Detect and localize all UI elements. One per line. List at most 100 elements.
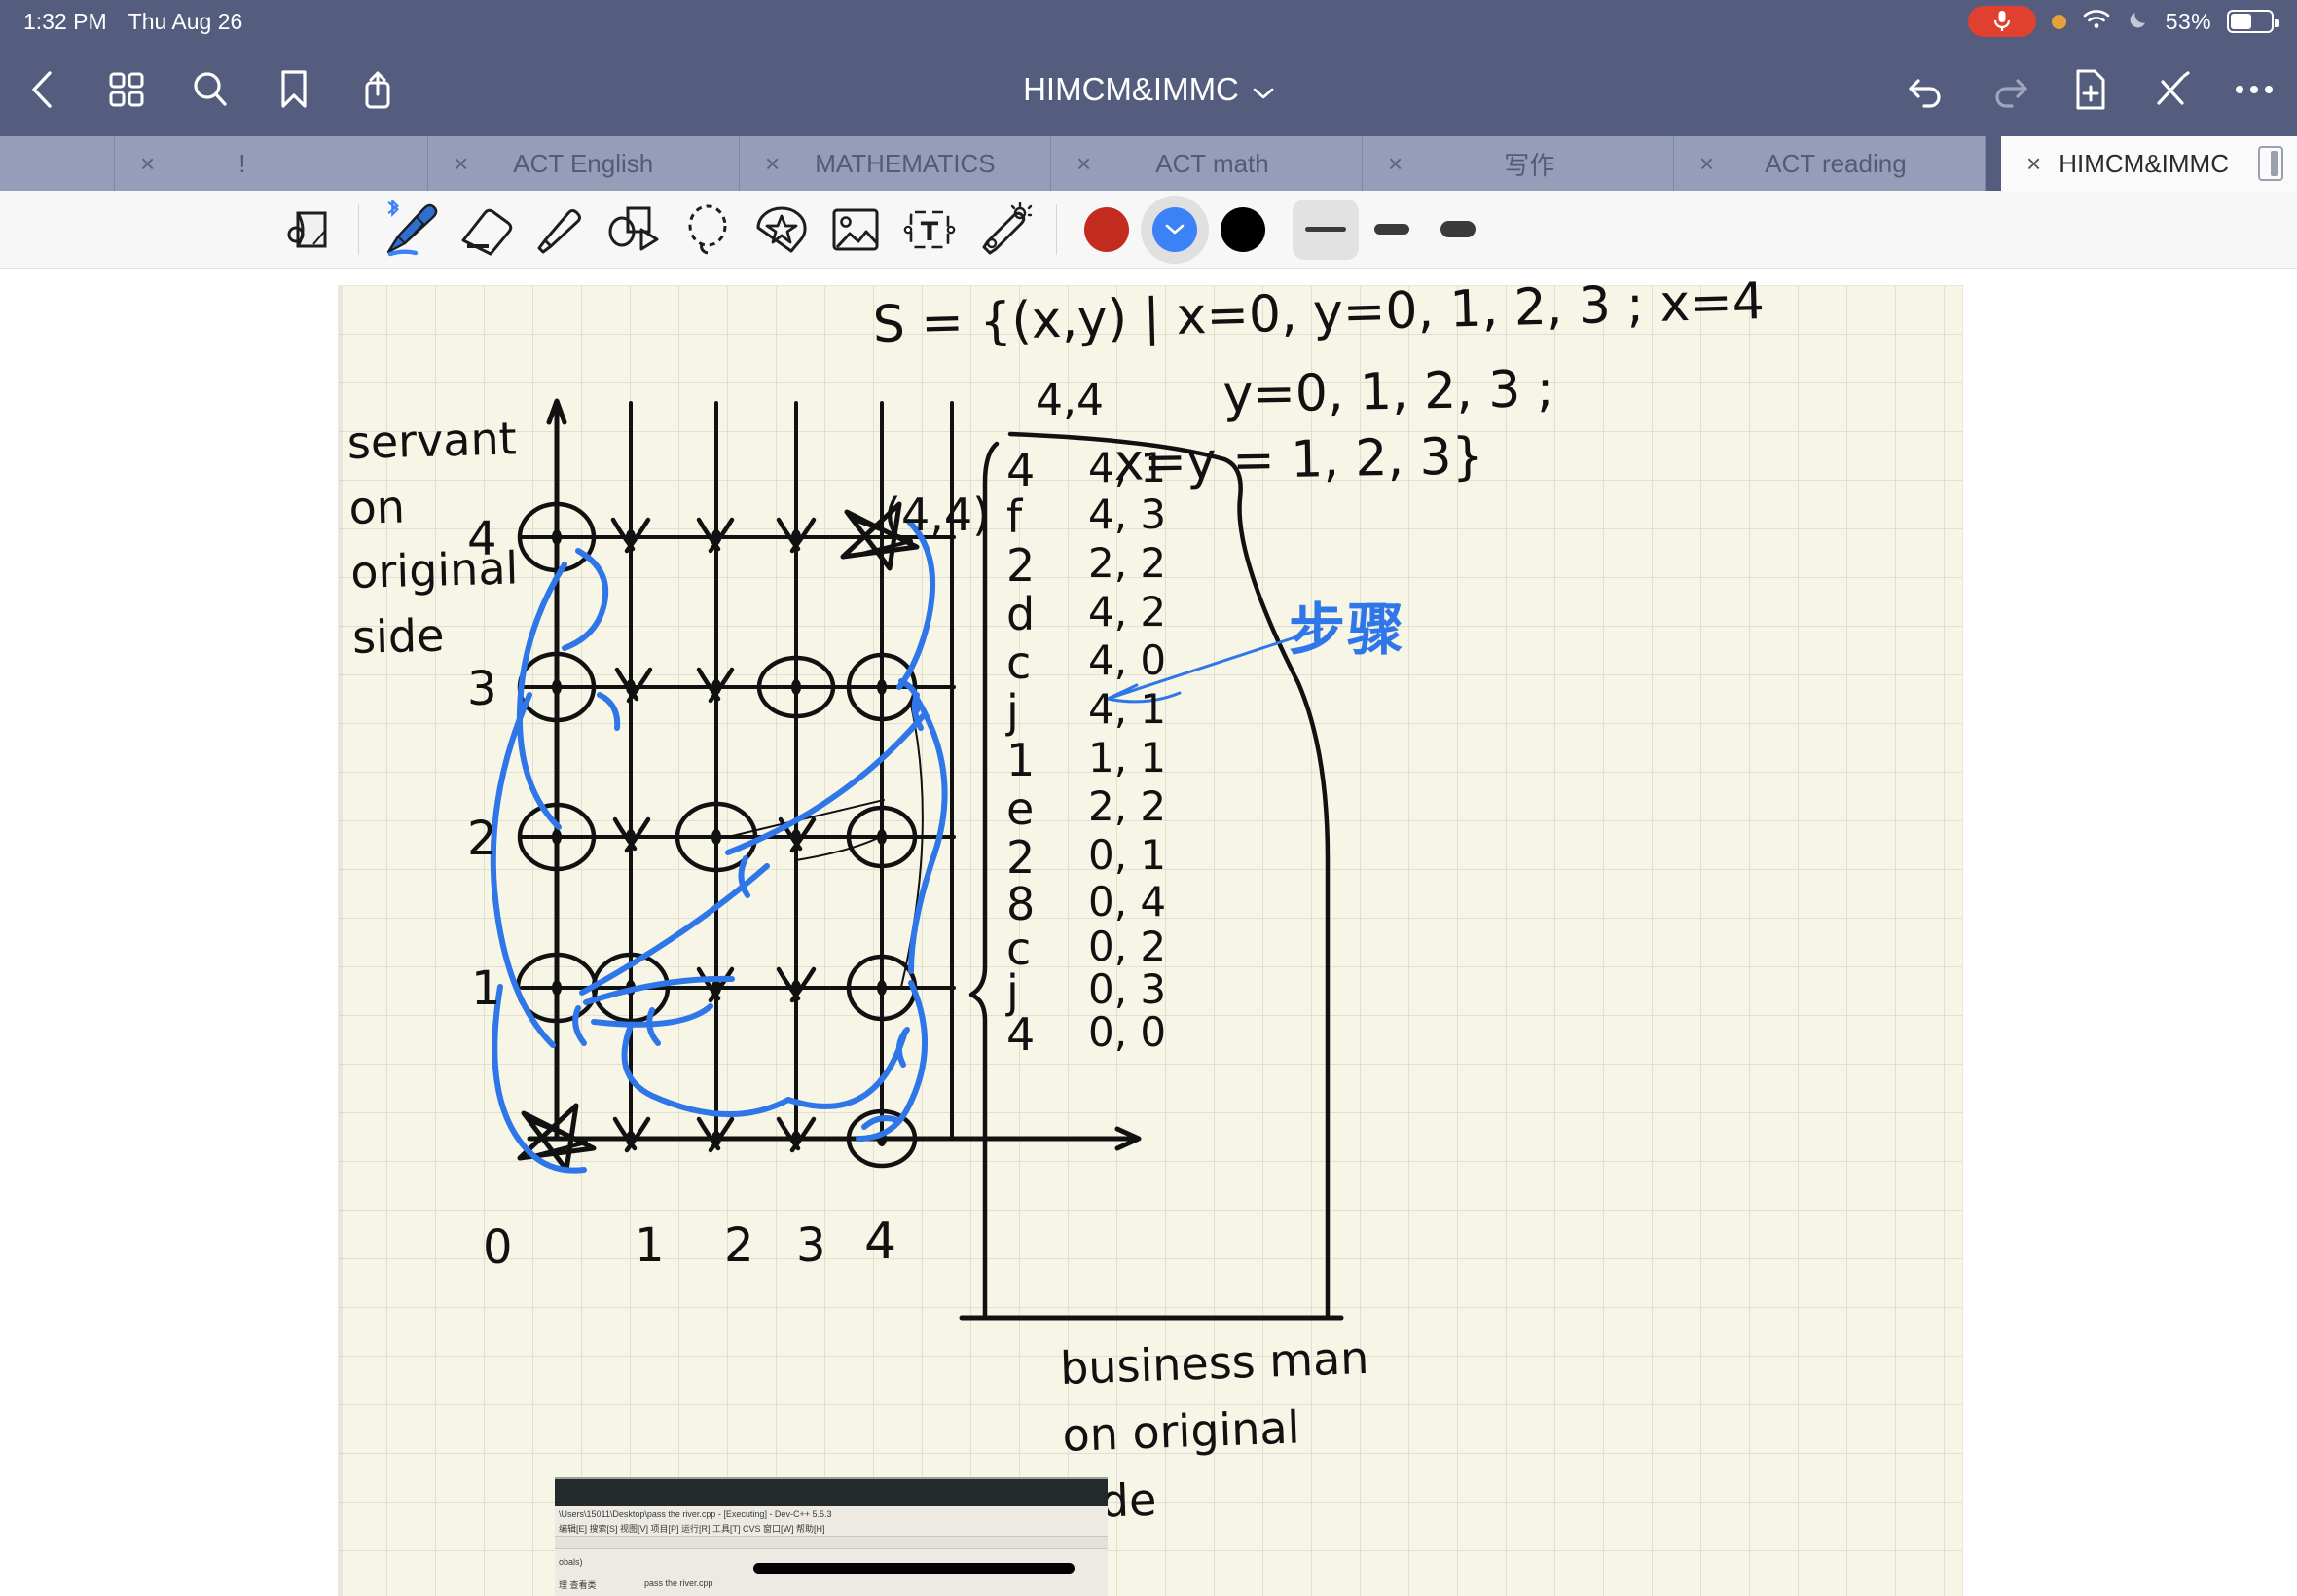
thumbnails-grid-icon[interactable] [105, 68, 148, 111]
photo-status-label: 理 查看类 [559, 1580, 597, 1590]
tab-label: ACT math [1155, 148, 1269, 178]
search-icon[interactable] [189, 68, 232, 111]
document-title: HIMCM&IMMC [1023, 71, 1239, 107]
move-list-row: c 0, 2 [1006, 923, 1221, 975]
drawing-toolbar: T [0, 191, 2297, 269]
tab-close-icon[interactable]: × [454, 149, 468, 179]
magic-wand-icon[interactable] [966, 198, 1040, 262]
tab-label: 写作 [1504, 150, 1555, 180]
move-coord: 0, 0 [1088, 1008, 1167, 1056]
y-tick-4: 4 [467, 512, 497, 566]
move-coord: 2, 2 [1088, 782, 1167, 830]
tab-close-icon[interactable]: × [2026, 149, 2041, 179]
move-key: 4 [1006, 444, 1036, 496]
stroke-width-thin[interactable] [1293, 199, 1359, 260]
move-list-row: 8 0, 4 [1006, 878, 1221, 930]
move-key: d [1006, 588, 1036, 640]
move-coord: 0, 1 [1088, 831, 1167, 879]
note-canvas[interactable]: servant on original side business man on… [0, 269, 2297, 1596]
laptop-bezel [555, 1479, 1108, 1506]
tab-close-icon[interactable]: × [1076, 149, 1091, 179]
tab-label: ACT reading [1765, 148, 1907, 178]
add-page-icon[interactable] [2069, 68, 2112, 111]
tab-close-icon[interactable]: × [140, 149, 155, 179]
x-tick-1: 1 [635, 1218, 665, 1273]
color-swatch-black[interactable] [1209, 196, 1277, 264]
tab-4[interactable]: × ACT math [1051, 136, 1363, 191]
sticker-icon[interactable] [745, 198, 819, 262]
color-red-dot [1084, 206, 1129, 252]
tab-0[interactable] [0, 136, 115, 191]
move-coord: 4, 3 [1088, 490, 1167, 538]
back-chevron-icon[interactable] [21, 68, 64, 111]
canvas-left-margin [0, 269, 339, 1596]
stroke-width-medium[interactable] [1359, 200, 1425, 260]
move-key: c [1006, 636, 1032, 689]
move-coord: 0, 3 [1088, 965, 1167, 1013]
embedded-photo[interactable]: \Users\15011\Desktop\pass the river.cpp … [555, 1477, 1108, 1596]
note-page[interactable]: servant on original side business man on… [339, 272, 1962, 1596]
move-key: e [1006, 782, 1035, 835]
color-swatch-red[interactable] [1073, 196, 1141, 264]
text-box-icon[interactable]: T [893, 198, 966, 262]
point-label-4-4: (4,4) [884, 489, 991, 541]
move-list-row: f 4, 3 [1006, 490, 1221, 543]
move-key: j [1006, 685, 1019, 738]
set-definition-line-2: y=0, 1, 2, 3 ; [1222, 360, 1554, 424]
x-tick-4: 4 [864, 1213, 897, 1271]
move-coord: 0, 4 [1088, 878, 1167, 925]
battery-icon [2227, 10, 2279, 33]
tab-close-icon[interactable]: × [1699, 149, 1714, 179]
y-tick-2: 2 [467, 812, 497, 866]
move-coord: 4, 2 [1088, 588, 1167, 635]
document-title-button[interactable]: HIMCM&IMMC [1023, 71, 1274, 108]
tab-1[interactable]: × ! [115, 136, 428, 191]
status-time: 1:32 PM [23, 8, 107, 34]
pen-icon[interactable] [375, 198, 449, 262]
tab-5[interactable]: × 写作 [1363, 136, 1674, 191]
redo-icon[interactable] [1987, 68, 2030, 111]
color-blue-dot [1152, 206, 1197, 252]
color-swatch-blue[interactable] [1141, 195, 1209, 264]
photo-menu-bar: 编辑[E] 搜索[S] 视图[V] 项目[P] 运行[R] 工具[T] CVS … [559, 1524, 825, 1534]
tab-3[interactable]: × MATHEMATICS [740, 136, 1051, 191]
move-list-row: d 4, 2 [1006, 588, 1221, 640]
bookmark-icon[interactable] [273, 68, 315, 111]
stroke-medium-bar [1374, 224, 1409, 235]
do-not-disturb-icon [2127, 8, 2150, 36]
tab-6[interactable]: × ACT reading [1674, 136, 1986, 191]
eraser-icon[interactable] [449, 198, 523, 262]
color-black-dot [1221, 206, 1265, 252]
battery-percent: 53% [2165, 8, 2211, 34]
lasso-select-icon[interactable] [671, 198, 745, 262]
more-options-icon[interactable] [2233, 68, 2276, 111]
blue-annotation-steps: 步骤 [1289, 597, 1406, 663]
highlighter-icon[interactable] [523, 198, 597, 262]
photo-redaction-bar [753, 1563, 1075, 1574]
move-list-row: j 4, 1 [1006, 685, 1221, 738]
move-list-row: e 2, 2 [1006, 782, 1221, 835]
move-list-row: 2 0, 1 [1006, 831, 1221, 884]
photo-globals-label: obals) [559, 1557, 583, 1567]
y-tick-1: 1 [471, 961, 501, 1016]
microphone-icon[interactable] [1967, 6, 2036, 37]
undo-icon[interactable] [1906, 68, 1949, 111]
tab-2[interactable]: × ACT English [428, 136, 740, 191]
stroke-width-thick[interactable] [1425, 200, 1491, 260]
image-icon[interactable] [819, 198, 893, 262]
svg-text:T: T [921, 217, 939, 247]
shapes-icon[interactable] [597, 198, 671, 262]
page-view-icon[interactable] [273, 198, 343, 262]
move-key: 4 [1006, 1008, 1036, 1061]
tab-close-icon[interactable]: × [765, 149, 780, 179]
tab-close-icon[interactable]: × [1388, 149, 1403, 179]
move-coord: 1, 1 [1088, 734, 1167, 781]
close-pen-icon[interactable] [2151, 68, 2194, 111]
side-panel-toggle-icon[interactable] [2258, 146, 2283, 181]
status-date: Thu Aug 26 [128, 8, 243, 34]
tab-7-active[interactable]: × HIMCM&IMMC [2001, 136, 2297, 191]
move-list-row: c 4, 0 [1006, 636, 1221, 689]
y-tick-3: 3 [467, 662, 497, 716]
move-list-row: 4 0, 0 [1006, 1008, 1221, 1061]
share-icon[interactable] [356, 68, 399, 111]
